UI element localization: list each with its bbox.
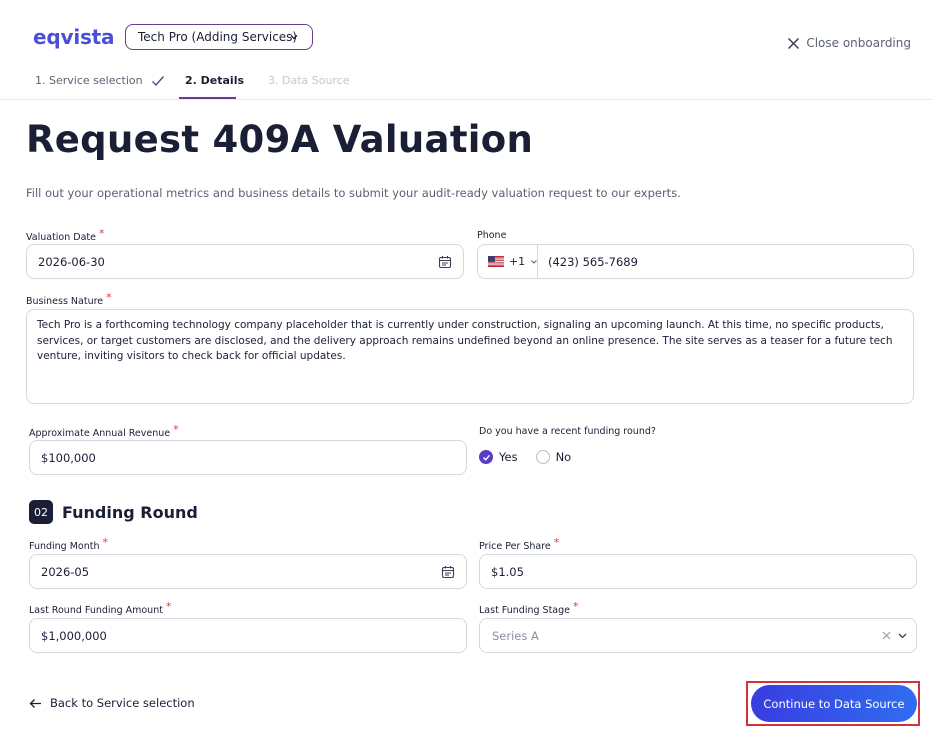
last-funding-stage-value: Series A: [492, 628, 539, 643]
funding-no-option[interactable]: No: [535, 450, 572, 464]
step-label: 3. Data Source: [268, 74, 350, 87]
annual-revenue-input[interactable]: $100,000: [29, 440, 467, 475]
calendar-icon[interactable]: [441, 565, 455, 579]
last-round-amount-input[interactable]: $1,000,000: [29, 618, 467, 653]
price-per-share-label: Price Per Share *: [479, 536, 560, 552]
active-step-indicator: [179, 97, 236, 99]
funding-month-label: Funding Month *: [29, 536, 109, 552]
business-nature-label: Business Nature *: [26, 291, 112, 307]
close-onboarding-label: Close onboarding: [806, 36, 911, 50]
continue-button[interactable]: Continue to Data Source: [751, 685, 917, 722]
checkmark-icon: [151, 75, 164, 86]
step-service-selection[interactable]: 1. Service selection: [35, 74, 165, 87]
company-selector-label: Tech Pro (Adding Services): [138, 30, 298, 44]
valuation-date-value: 2026-06-30: [38, 254, 105, 269]
page-title: Request 409A Valuation: [26, 118, 534, 161]
funding-yes-label: Yes: [499, 450, 518, 464]
annual-revenue-label: Approximate Annual Revenue *: [29, 423, 179, 439]
eqvista-logo: eqvista: [33, 25, 115, 49]
step-details[interactable]: 2. Details: [185, 74, 244, 87]
section-title: Funding Round: [62, 503, 198, 522]
funding-question-label: Do you have a recent funding round?: [479, 426, 656, 437]
close-icon: [788, 37, 800, 49]
phone-value: (423) 565-7689: [548, 254, 638, 269]
funding-radio-group: Yes No: [479, 450, 583, 464]
radio-unchecked-icon[interactable]: [535, 450, 550, 464]
clear-icon[interactable]: [881, 630, 892, 641]
radio-checked-icon[interactable]: [479, 450, 493, 464]
chevron-down-icon: [290, 35, 298, 40]
funding-month-input[interactable]: 2026-05: [29, 554, 467, 589]
us-flag-icon: [488, 256, 504, 267]
country-code-select[interactable]: +1: [477, 244, 538, 279]
valuation-date-input[interactable]: 2026-06-30: [26, 244, 464, 279]
valuation-date-label: Valuation Date *: [26, 227, 105, 243]
funding-yes-option[interactable]: Yes: [479, 450, 518, 464]
step-label: 1. Service selection: [35, 74, 143, 87]
price-per-share-value: $1.05: [491, 564, 524, 579]
step-label: 2. Details: [185, 74, 245, 87]
last-round-amount-label: Last Round Funding Amount *: [29, 600, 172, 616]
close-onboarding-button[interactable]: Close onboarding: [787, 36, 911, 50]
last-funding-stage-label: Last Funding Stage *: [479, 600, 579, 616]
price-per-share-input[interactable]: $1.05: [479, 554, 917, 589]
annual-revenue-value: $100,000: [41, 450, 96, 465]
section-number-badge: 02: [29, 500, 53, 524]
business-nature-textarea[interactable]: Tech Pro is a forthcoming technology com…: [26, 309, 914, 404]
phone-input[interactable]: (423) 565-7689: [537, 244, 914, 279]
last-funding-stage-select[interactable]: Series A: [479, 618, 917, 653]
last-round-amount-value: $1,000,000: [41, 628, 107, 643]
back-button-label: Back to Service selection: [50, 696, 195, 710]
funding-month-value: 2026-05: [41, 564, 90, 579]
continue-button-highlight: Continue to Data Source: [746, 681, 920, 726]
back-button[interactable]: Back to Service selection: [29, 696, 195, 710]
chevron-down-icon[interactable]: [897, 630, 908, 641]
onboarding-steps: 1. Service selection 2. Details 3. Data …: [0, 66, 932, 100]
funding-no-label: No: [555, 450, 572, 464]
phone-label: Phone: [477, 230, 507, 241]
company-selector[interactable]: Tech Pro (Adding Services): [125, 24, 313, 50]
step-data-source: 3. Data Source: [268, 74, 350, 87]
calendar-icon[interactable]: [438, 255, 452, 269]
page-subtitle: Fill out your operational metrics and bu…: [26, 186, 681, 200]
country-code-value: +1: [508, 255, 526, 268]
arrow-left-icon: [29, 698, 41, 708]
